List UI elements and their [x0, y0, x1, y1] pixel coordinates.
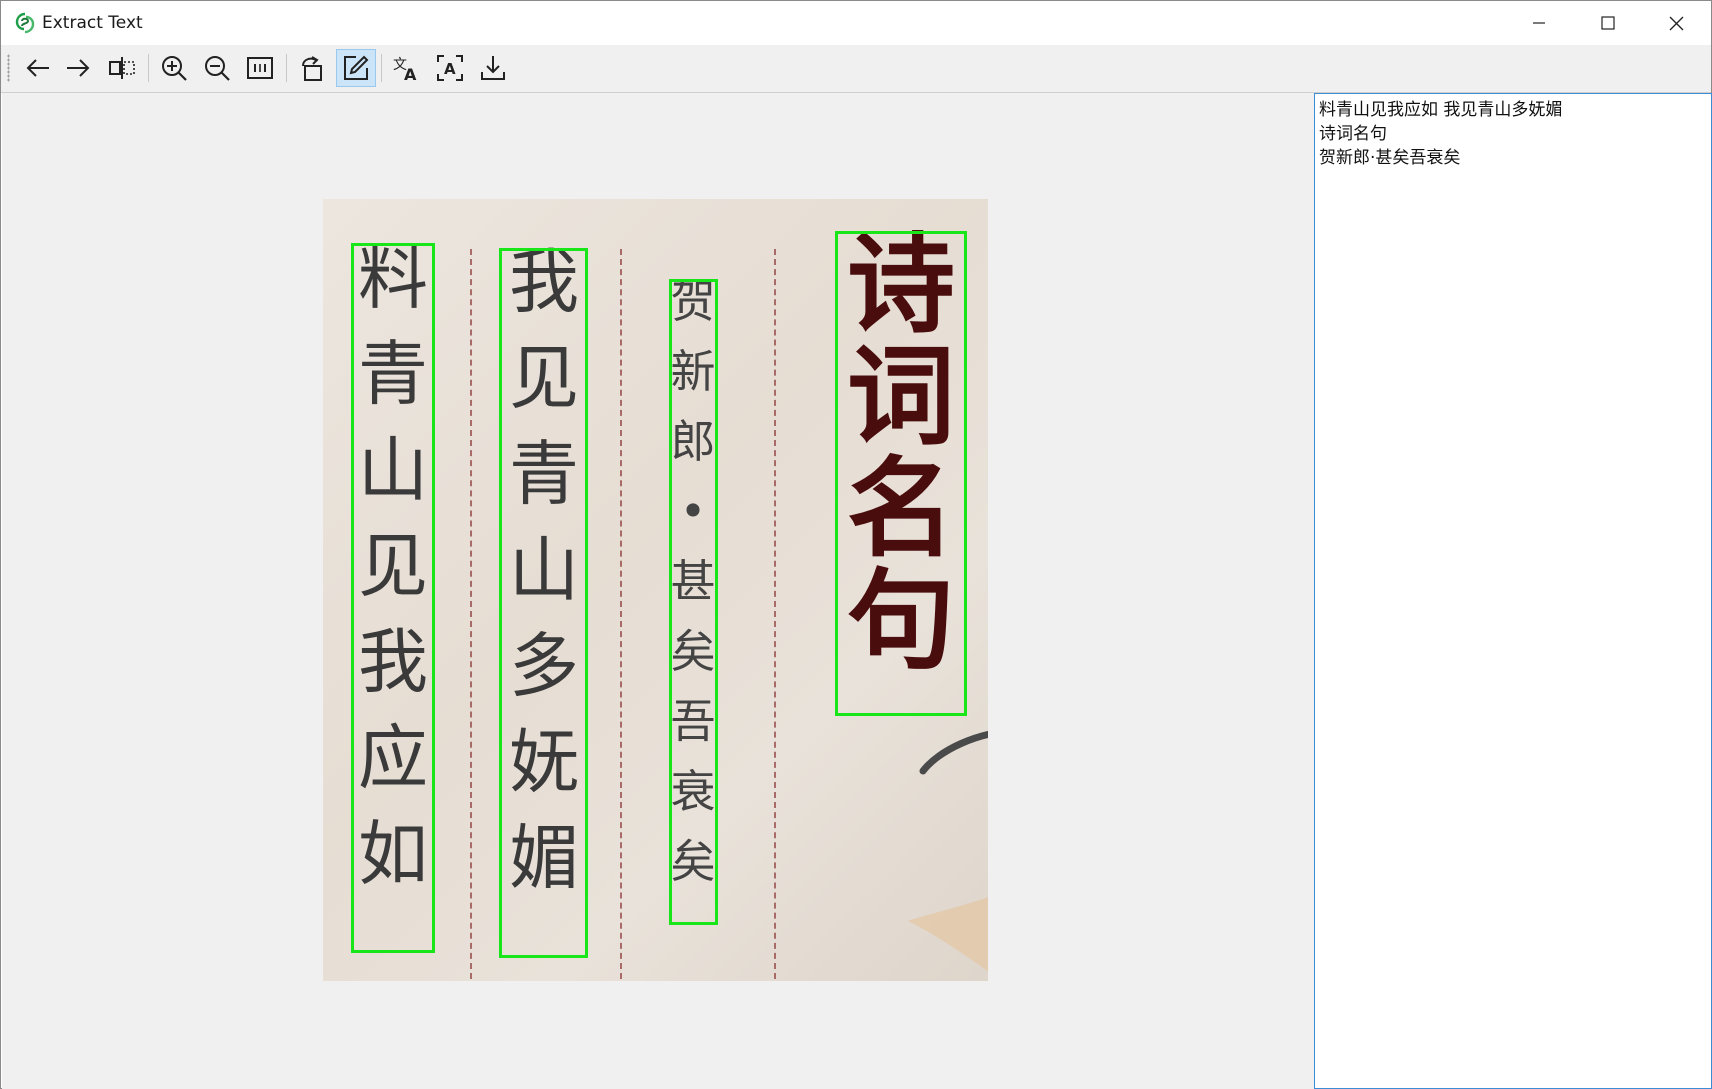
maximize-button[interactable] — [1573, 1, 1642, 45]
close-icon — [1669, 16, 1684, 30]
brush-decoration — [908, 731, 988, 972]
recognize-button[interactable]: A — [430, 49, 470, 87]
toolbar-separator — [381, 54, 382, 82]
ocr-bounding-box[interactable] — [835, 231, 967, 716]
extracted-text-line: 料青山见我应如 我见青山多妩媚 — [1319, 100, 1563, 120]
toolbar-separator — [148, 54, 149, 82]
extracted-text-area[interactable]: 料青山见我应如 我见青山多妩媚 诗词名句 贺新郎·甚矣吾衰矣 — [1314, 93, 1712, 1089]
svg-text:A: A — [404, 65, 417, 82]
extracted-text-line: 诗词名句 — [1319, 124, 1387, 144]
zoom-out-button[interactable] — [197, 49, 237, 87]
zoom-in-button[interactable] — [154, 49, 194, 87]
fit-button[interactable] — [240, 49, 280, 87]
window-title: Extract Text — [42, 13, 143, 33]
title-bar: Extract Text — [1, 1, 1711, 45]
extract-text-window: Extract Text 文 A A 料 青 山 见 我 应 如 我 见 青 山… — [0, 0, 1712, 1089]
toolbar: 文 A A — [1, 45, 1711, 93]
app-logo-icon — [15, 12, 35, 34]
download-icon — [481, 56, 505, 80]
edit-button[interactable] — [336, 49, 376, 87]
download-button[interactable] — [473, 49, 513, 87]
translate-button[interactable]: 文 A — [387, 49, 427, 87]
image-canvas[interactable]: 料青山见我应如 我见青山多妩媚 贺新郎 • 甚矣吾衰矣 诗词名句 — [2, 93, 1314, 1089]
fit-to-window-icon — [247, 57, 273, 79]
maximize-icon — [1600, 16, 1615, 30]
split-view-icon — [109, 57, 135, 79]
translate-icon: 文 A — [393, 57, 417, 82]
minimize-icon — [1532, 22, 1545, 24]
rotate-icon — [302, 56, 322, 81]
red-rule-line — [620, 249, 622, 979]
edit-icon — [344, 55, 369, 80]
red-rule-line — [470, 249, 472, 979]
rotate-button[interactable] — [293, 49, 333, 87]
zoom-out-icon — [205, 56, 230, 81]
svg-text:A: A — [444, 60, 456, 78]
toolbar-grip[interactable] — [7, 54, 10, 82]
arrow-left-icon — [26, 59, 49, 77]
toolbar-separator — [286, 54, 287, 82]
back-button[interactable] — [18, 49, 58, 87]
ocr-bounding-box[interactable] — [351, 243, 435, 953]
arrow-right-icon — [67, 59, 90, 77]
source-image: 料青山见我应如 我见青山多妩媚 贺新郎 • 甚矣吾衰矣 诗词名句 — [323, 199, 988, 981]
ocr-icon: A — [437, 55, 463, 81]
ocr-bounding-box[interactable] — [499, 248, 588, 958]
minimize-button[interactable] — [1504, 1, 1573, 45]
extracted-text-line: 贺新郎·甚矣吾衰矣 — [1319, 148, 1461, 168]
close-button[interactable] — [1642, 1, 1711, 45]
compare-button[interactable] — [102, 49, 142, 87]
forward-button[interactable] — [58, 49, 98, 87]
zoom-in-icon — [162, 56, 187, 81]
extracted-text-lines: 料青山见我应如 我见青山多妩媚 诗词名句 贺新郎·甚矣吾衰矣 — [1315, 94, 1711, 170]
ocr-bounding-box[interactable] — [669, 279, 718, 925]
red-rule-line — [774, 249, 776, 979]
